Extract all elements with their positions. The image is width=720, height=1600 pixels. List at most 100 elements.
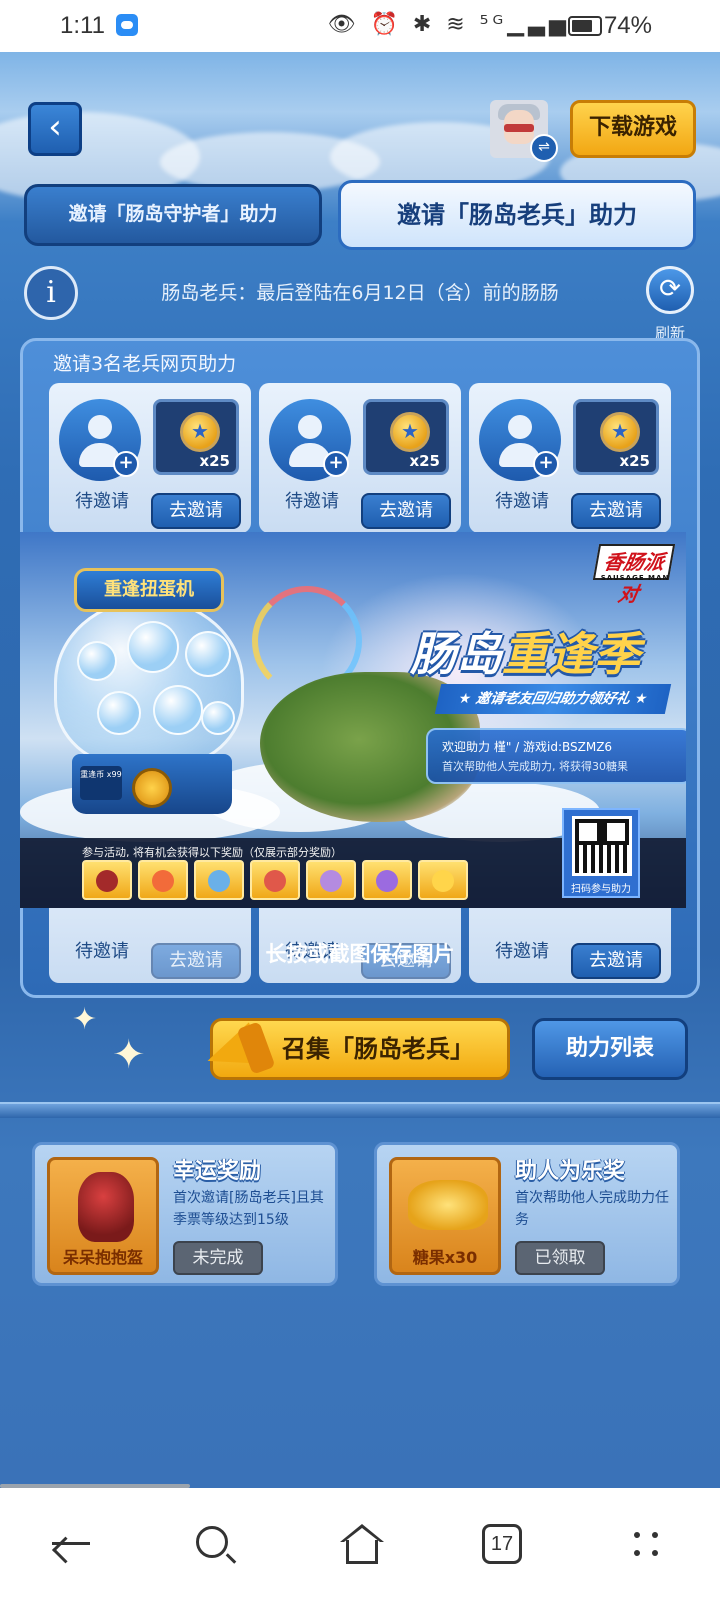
veteran-definition-text: 肠岛老兵：最后登陆在6月12日（含）前的肠肠: [161, 282, 559, 304]
sparkle-icon: ✦: [112, 1032, 146, 1078]
go-invite-button[interactable]: 去邀请: [361, 493, 451, 529]
coin-quantity: x25: [619, 452, 650, 470]
game-logo-sub: SAUSAGE MAN: [600, 574, 670, 582]
crystal-icon: [376, 870, 398, 892]
battery-percent: 74%: [603, 12, 652, 39]
reward-item-name: 糖果x30: [412, 1248, 478, 1267]
section-divider: [0, 1102, 720, 1118]
browser-nav-bar: 17: [0, 1488, 720, 1600]
game-page: ‹ ⇌ 下载游戏 邀请「肠岛守护者」助力 邀请「肠岛老兵」助力 i 肠岛老兵：最…: [0, 52, 720, 1488]
slot-status: 待邀请: [75, 491, 129, 512]
nav-back-button[interactable]: [44, 1518, 104, 1570]
nav-tabs-button[interactable]: 17: [472, 1518, 532, 1570]
reward-title: 助人为乐奖: [515, 1159, 626, 1184]
refresh-icon[interactable]: ⟳: [646, 266, 694, 314]
car-icon: [208, 870, 230, 892]
capsule: [127, 621, 179, 673]
reward-thumbnail: 呆呆抱抱盔: [47, 1157, 159, 1275]
invite-info-card: 欢迎助力 槿" / 游戏id:BSZMZ6 首次帮助他人完成助力, 将获得30糖…: [426, 728, 686, 784]
qr-code: [572, 816, 632, 876]
invite-slot: + ★ x25 待邀请 去邀请: [259, 383, 461, 533]
search-icon: [196, 1526, 228, 1558]
reward-status-button[interactable]: 已领取: [515, 1241, 605, 1275]
star-coin-icon: ★: [180, 412, 220, 452]
reward-item-helmet: [82, 860, 132, 900]
gacha-globe: [54, 598, 244, 768]
reward-thumbnail: 糖果x30: [389, 1157, 501, 1275]
plus-icon: +: [113, 451, 139, 477]
invite-id-line: 欢迎助力 槿" / 游戏id:BSZMZ6: [442, 740, 613, 754]
capsule: [201, 701, 235, 735]
gacha-knob: [132, 768, 172, 808]
capsule: [77, 641, 117, 681]
coin-quantity: x25: [199, 452, 230, 470]
food-icon: [264, 870, 286, 892]
plus-icon: +: [533, 451, 559, 477]
star-coin-icon: ★: [600, 412, 640, 452]
invite-slot: + ★ x25 待邀请 去邀请: [469, 383, 671, 533]
tab-guardian-invite[interactable]: 邀请「肠岛守护者」助力: [24, 184, 322, 246]
slot-status: 待邀请: [75, 941, 129, 962]
help-list-button[interactable]: 助力列表: [532, 1018, 688, 1080]
status-time: 1:11: [60, 12, 105, 39]
reward-item-name: 呆呆抱抱盔: [62, 1248, 143, 1267]
invite-slot: + ★ x25 待邀请 去邀请: [49, 383, 251, 533]
rocket-icon: [152, 870, 174, 892]
home-icon-wall: [346, 1540, 378, 1564]
reward-item-candy: [418, 860, 468, 900]
download-game-button[interactable]: 下载游戏: [570, 100, 696, 158]
menu-dots-icon: [652, 1532, 658, 1538]
invite-reward-line: 首次帮助他人完成助力, 将获得30糖果: [442, 760, 628, 773]
back-button[interactable]: ‹: [28, 102, 82, 156]
coin-quantity: x25: [409, 452, 440, 470]
tabs-count: 17: [482, 1524, 522, 1564]
coin-reward: ★ x25: [573, 399, 659, 475]
reward-item-car: [194, 860, 244, 900]
star-coin-icon: ★: [390, 412, 430, 452]
nav-menu-button[interactable]: [616, 1518, 676, 1570]
candy-icon: [432, 870, 454, 892]
chevron-left-icon: ‹: [48, 107, 62, 147]
menu-dots-icon: [634, 1550, 640, 1556]
nav-home-button[interactable]: [330, 1518, 390, 1570]
reward-item-gem: [306, 860, 356, 900]
gem-icon: [320, 870, 342, 892]
event-headline: 肠岛重逢季: [410, 618, 680, 684]
battery-icon: [568, 16, 602, 36]
capsule: [153, 685, 203, 735]
status-icons: 👁 ⏰ ✱ ≋ ⁵ᴳ▁▃▅: [327, 12, 570, 37]
event-ribbon: ★ 邀请老友回归助力领好礼 ★: [434, 684, 672, 714]
app-notification-icon: [116, 14, 138, 36]
info-row: i 肠岛老兵：最后登陆在6月12日（含）前的肠肠 ⟳ 刷新: [0, 262, 720, 342]
gacha-title: 重逢扭蛋机: [74, 568, 224, 612]
go-invite-button[interactable]: 去邀请: [571, 493, 661, 529]
share-poster-image[interactable]: 重逢扭蛋机 重逢币 x99 香肠派对 SAUSAGE MAN 肠岛重逢季 ★ 邀…: [20, 532, 686, 908]
nav-search-button[interactable]: [188, 1518, 248, 1570]
menu-dots-icon: [634, 1532, 640, 1538]
save-image-hint: 长按或截图保存图片: [265, 942, 455, 966]
slot-status: 待邀请: [285, 491, 339, 512]
menu-dots-icon: [652, 1550, 658, 1556]
helmet-icon: [96, 870, 118, 892]
switch-account-icon[interactable]: ⇌: [530, 134, 558, 162]
info-icon[interactable]: i: [24, 266, 78, 320]
coin-reward: ★ x25: [363, 399, 449, 475]
rewards-strip-title: 参与活动, 将有机会获得以下奖励（仅展示部分奖励）: [82, 846, 342, 859]
go-invite-button[interactable]: 去邀请: [151, 493, 241, 529]
qr-label: 扫码参与助力: [571, 884, 631, 895]
helmet-icon: [78, 1172, 134, 1242]
plus-icon: +: [323, 451, 349, 477]
slot-status: 待邀请: [495, 491, 549, 512]
headline-part-1: 肠岛: [410, 627, 502, 681]
capsule: [97, 691, 141, 735]
arrow-left-icon: [52, 1542, 90, 1545]
avatar-glasses: [504, 124, 534, 132]
go-invite-button[interactable]: 去邀请: [571, 943, 661, 979]
tab-veteran-invite[interactable]: 邀请「肠岛老兵」助力: [338, 180, 696, 250]
reward-status-button[interactable]: 未完成: [173, 1241, 263, 1275]
reward-card-helper: 糖果x30 助人为乐奖 首次帮助他人完成助力任务 已领取: [374, 1142, 680, 1286]
gacha-coin-tag: 重逢币 x99: [80, 766, 122, 800]
capsule: [185, 631, 231, 677]
reward-description: 首次帮助他人完成助力任务: [515, 1190, 669, 1228]
qr-code-box: 扫码参与助力: [562, 808, 640, 898]
